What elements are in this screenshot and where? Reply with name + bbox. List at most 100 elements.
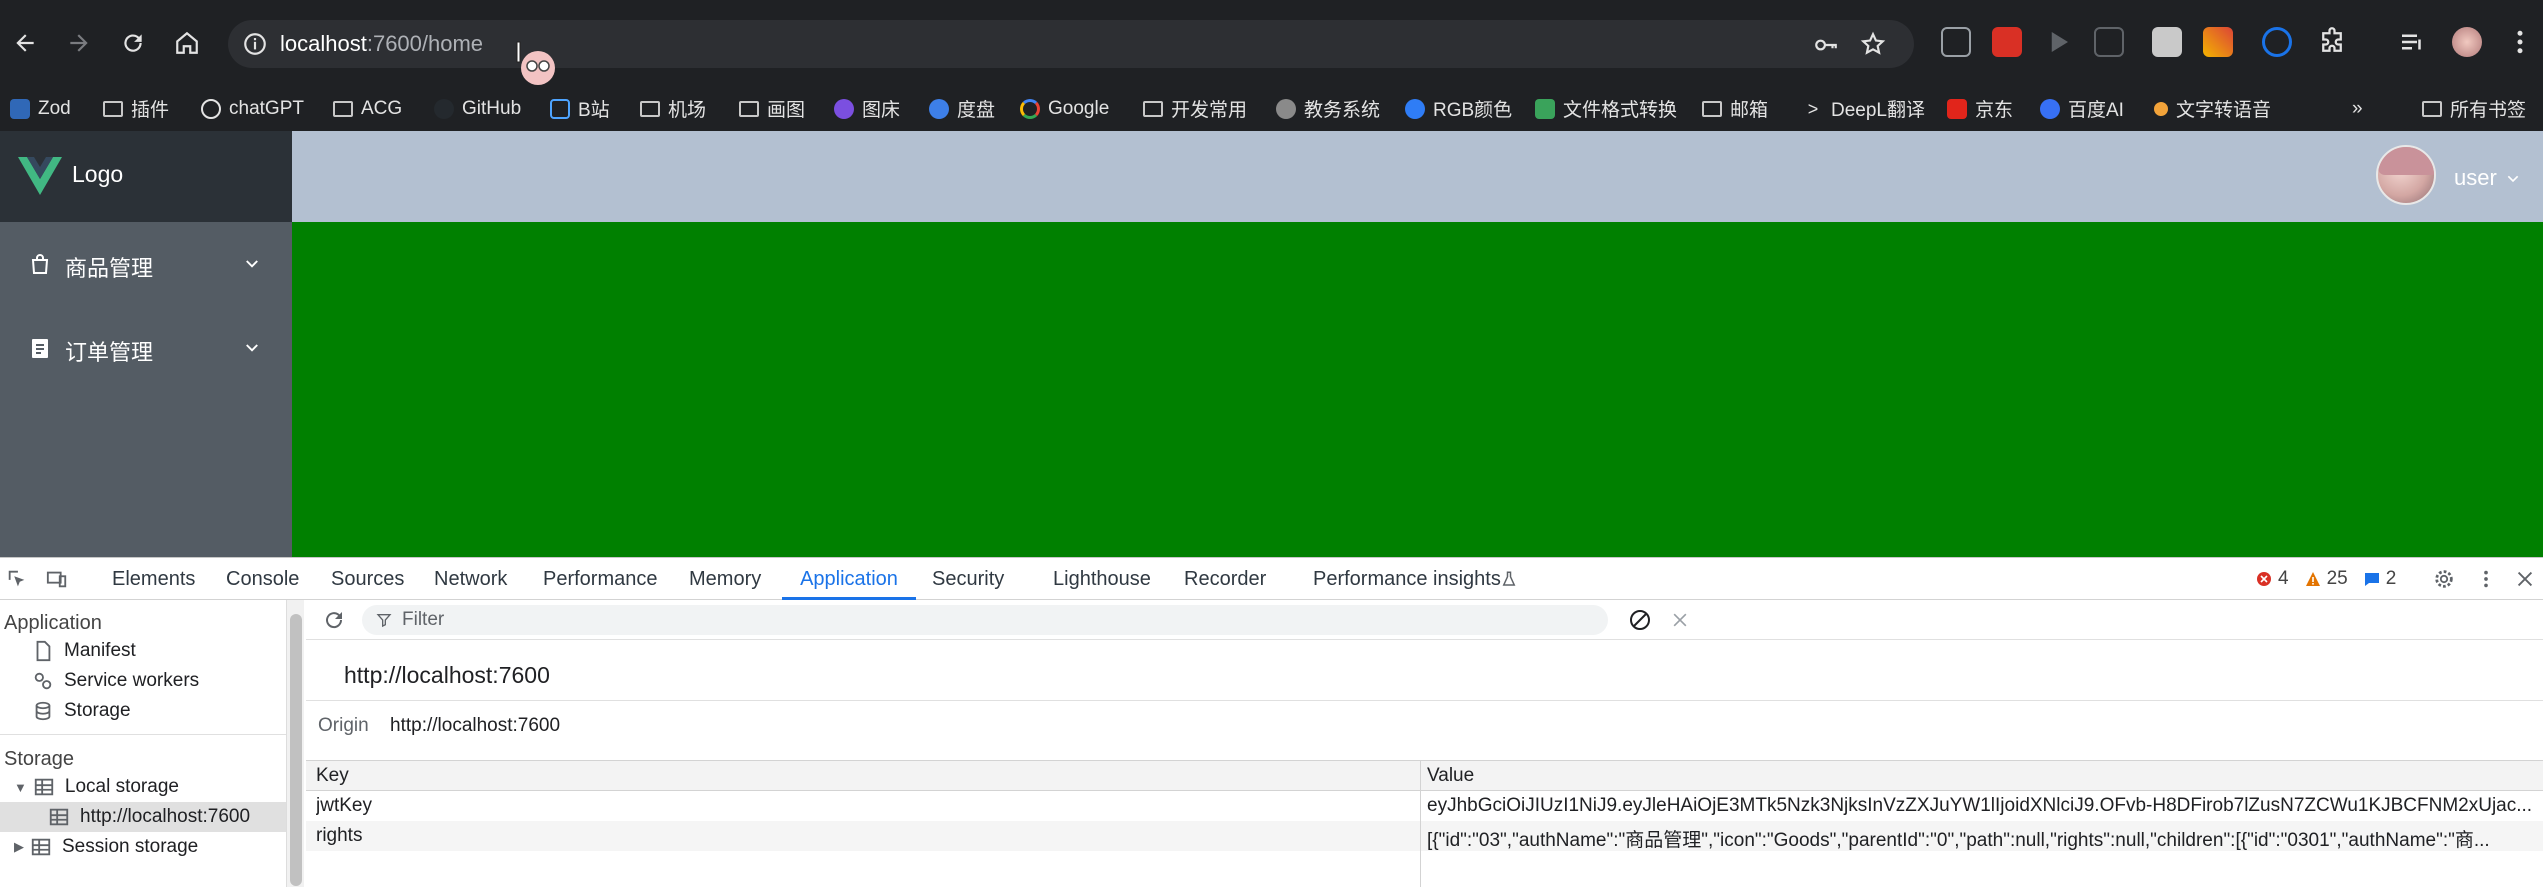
- bookmark-google[interactable]: Google: [1020, 86, 1109, 131]
- bookmark-label: 所有书签: [2450, 100, 2527, 121]
- bookmark-folder-dev[interactable]: 开发常用: [1143, 86, 1247, 131]
- tab-application[interactable]: Application: [782, 558, 916, 600]
- bookmarks-overflow-button[interactable]: »: [2352, 86, 2363, 131]
- bookmark-deepl[interactable]: > DeepL翻译: [1803, 86, 1925, 131]
- devtools-tab-bar: Elements Console Sources Network Perform…: [0, 558, 2543, 600]
- tab-security[interactable]: Security: [932, 558, 1004, 600]
- clear-all-icon[interactable]: [1628, 608, 1652, 632]
- column-divider[interactable]: [1420, 761, 1421, 887]
- issue-counters[interactable]: 4 25 2: [2256, 558, 2412, 600]
- bookmark-chatgpt[interactable]: chatGPT: [201, 86, 304, 131]
- bookmark-academic[interactable]: 教务系统: [1276, 86, 1380, 131]
- filter-input[interactable]: [402, 609, 1582, 631]
- bookmark-tts[interactable]: 文字转语音: [2154, 86, 2271, 131]
- tab-recorder[interactable]: Recorder: [1184, 558, 1266, 600]
- tab-lighthouse[interactable]: Lighthouse: [1053, 558, 1151, 600]
- tree-item-storage[interactable]: Storage: [32, 696, 131, 726]
- bookmark-folder-plugins[interactable]: 插件: [103, 86, 169, 131]
- extension-copy-icon[interactable]: [2094, 27, 2124, 57]
- tree-item-session-storage[interactable]: ▶ Session storage: [14, 832, 198, 862]
- extension-glasses-icon[interactable]: [1941, 27, 1971, 57]
- bookmark-baidu-pan[interactable]: 度盘: [929, 86, 995, 131]
- extension-pen-icon[interactable]: [2203, 27, 2233, 57]
- storage-view: http://localhost:7600 Origin http://loca…: [306, 600, 2543, 887]
- bookmark-label: 机场: [668, 100, 707, 121]
- table-row[interactable]: jwtKey eyJhbGciOiJIUzI1NiJ9.eyJleHAiOjE3…: [306, 791, 2543, 821]
- storage-table: Key Value jwtKey eyJhbGciOiJIUzI1NiJ9.ey…: [306, 760, 2543, 887]
- chevron-down-icon[interactable]: [2505, 171, 2521, 187]
- bookmark-github[interactable]: GitHub: [434, 86, 521, 131]
- extensions-puzzle-icon[interactable]: [2317, 27, 2347, 57]
- tab-network[interactable]: Network: [434, 558, 507, 600]
- menu-item-goods[interactable]: 商品管理: [0, 222, 292, 306]
- reload-button[interactable]: [114, 24, 152, 62]
- password-key-icon[interactable]: [1813, 32, 1839, 58]
- bookmark-star-icon[interactable]: [1860, 31, 1886, 57]
- extension-blue-icon[interactable]: [2262, 27, 2292, 57]
- reading-list-icon[interactable]: [2397, 27, 2427, 57]
- menu-item-orders[interactable]: 订单管理: [0, 306, 292, 390]
- table-icon: [31, 838, 51, 856]
- tab-sources[interactable]: Sources: [331, 558, 404, 600]
- tab-performance[interactable]: Performance: [543, 558, 658, 600]
- extension-play-icon[interactable]: [2043, 27, 2073, 57]
- tree-item-manifest[interactable]: Manifest: [32, 636, 136, 666]
- close-icon[interactable]: [2514, 568, 2536, 590]
- bookmark-zod[interactable]: Zod: [10, 86, 71, 131]
- triangle-right-icon: ▶: [14, 839, 24, 854]
- chevron-down-icon: [246, 344, 258, 352]
- extension-red-icon[interactable]: [1992, 27, 2022, 57]
- home-button[interactable]: [168, 24, 206, 62]
- extension-image-icon[interactable]: [2152, 27, 2182, 57]
- tab-memory[interactable]: Memory: [689, 558, 761, 600]
- bookmark-jd[interactable]: 京东: [1947, 86, 2013, 131]
- tree-item-label: Manifest: [64, 640, 136, 661]
- bookmark-folder-drawing[interactable]: 画图: [739, 86, 805, 131]
- tree-item-local-storage[interactable]: ▼ Local storage: [14, 772, 179, 802]
- column-header-value[interactable]: Value: [1427, 765, 1474, 787]
- table-icon: [34, 778, 54, 796]
- column-header-key[interactable]: Key: [316, 765, 349, 787]
- bookmark-folder-airport[interactable]: 机场: [640, 86, 706, 131]
- site-info-icon[interactable]: [242, 31, 268, 57]
- error-icon: [2257, 572, 2271, 586]
- url-path: :7600/home: [366, 31, 484, 56]
- sidebar-scrollbar[interactable]: [286, 600, 304, 887]
- tab-performance-insights[interactable]: Performance insights: [1313, 558, 1501, 600]
- more-vertical-icon[interactable]: [2475, 568, 2497, 590]
- filter-field[interactable]: [362, 605, 1608, 635]
- tab-console[interactable]: Console: [226, 558, 299, 600]
- gear-icon[interactable]: [2433, 568, 2455, 590]
- row-key: jwtKey: [316, 795, 372, 816]
- refresh-icon[interactable]: [322, 608, 346, 632]
- bookmark-baidu-ai[interactable]: 百度AI: [2040, 86, 2124, 131]
- tree-item-service-workers[interactable]: Service workers: [32, 666, 199, 696]
- tab-elements[interactable]: Elements: [112, 558, 195, 600]
- google-icon: [1020, 98, 1040, 119]
- user-avatar[interactable]: [2376, 145, 2436, 205]
- page-header: [292, 131, 2543, 222]
- chrome-menu-icon[interactable]: [2505, 27, 2535, 57]
- bookmark-picture-host[interactable]: 图床: [834, 86, 900, 131]
- bookmark-folder-mail[interactable]: 邮箱: [1702, 86, 1768, 131]
- avatar-hair-shape: [2378, 147, 2434, 175]
- inspect-element-icon[interactable]: [6, 568, 28, 590]
- table-row[interactable]: rights [{"id":"03","authName":"商品管理","ic…: [306, 821, 2543, 851]
- profile-avatar-icon[interactable]: [2452, 27, 2482, 57]
- delete-selected-icon[interactable]: [1670, 610, 1690, 630]
- deepl-icon: >: [1807, 98, 1819, 119]
- bookmark-folder-acg[interactable]: ACG: [333, 86, 402, 131]
- back-button[interactable]: [6, 24, 44, 62]
- bookmark-converter[interactable]: 文件格式转换: [1535, 86, 1677, 131]
- forward-button[interactable]: [60, 24, 98, 62]
- url-text[interactable]: localhost:7600/home: [280, 30, 483, 58]
- all-bookmarks-button[interactable]: 所有书签: [2422, 86, 2526, 131]
- tree-item-local-storage-origin[interactable]: http://localhost:7600: [0, 802, 286, 832]
- bookmark-bilibili[interactable]: B站: [550, 86, 610, 131]
- vue-logo-icon: [18, 157, 62, 195]
- device-toolbar-icon[interactable]: [46, 568, 68, 590]
- username[interactable]: user: [2454, 165, 2497, 191]
- bookmark-rgb[interactable]: RGB颜色: [1405, 86, 1512, 131]
- address-bar[interactable]: localhost:7600/home: [228, 20, 1914, 68]
- scrollbar-thumb[interactable]: [290, 614, 302, 886]
